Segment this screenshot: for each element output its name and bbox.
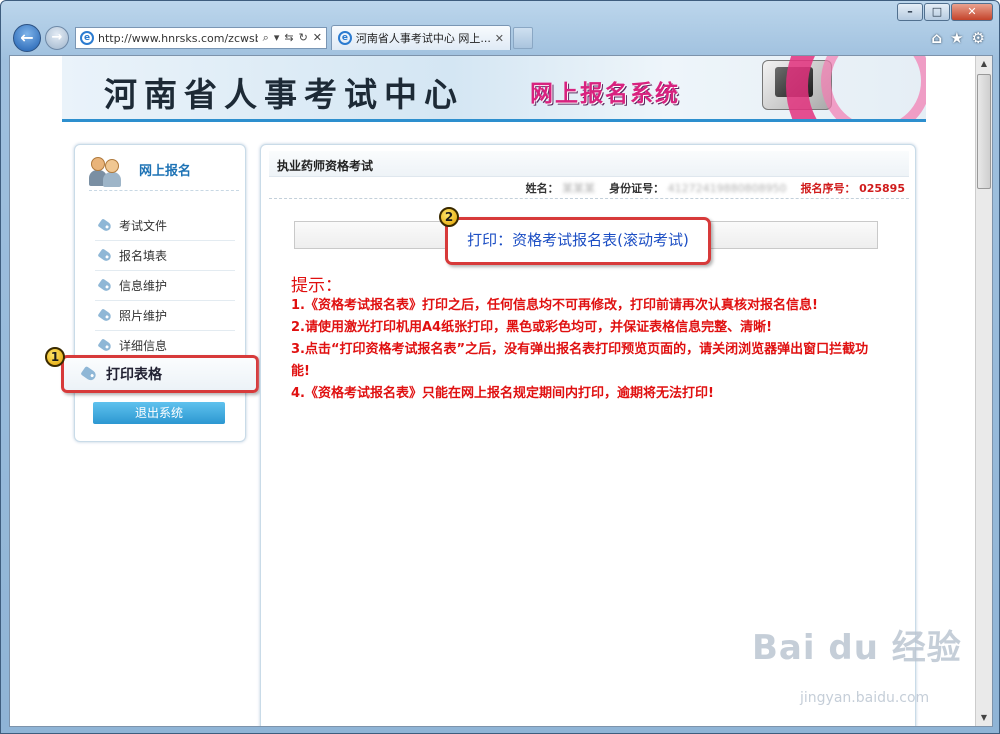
sidebar-menu: 网上报名 考试文件 报名填表 信息维护 照片维护 详细信息 打印表格 1 退出系… <box>45 144 259 442</box>
tag-icon <box>97 218 113 233</box>
stop-icon[interactable]: ✕ <box>313 31 322 45</box>
tips-title: 提示： <box>291 276 342 296</box>
name-label: 姓名： <box>525 182 559 195</box>
tag-icon <box>97 248 113 263</box>
print-form-label: 打印表格 <box>106 367 162 383</box>
refresh-icon[interactable]: ↻ <box>299 31 308 45</box>
browser-tab[interactable]: e 河南省人事考试中心 网上... ✕ <box>331 25 511 50</box>
favorites-star-icon[interactable]: ★ <box>950 29 963 47</box>
scroll-thumb[interactable] <box>977 74 991 189</box>
minimize-button[interactable]: – <box>897 3 923 21</box>
tag-icon <box>80 365 98 383</box>
logout-button[interactable]: 退出系统 <box>93 402 225 424</box>
address-bar[interactable]: e http://www.hnrsks.com/zcwsb ⌕ ▾ ⇆ ↻ ✕ <box>75 27 327 49</box>
home-icon[interactable]: ⌂ <box>931 29 942 47</box>
sidebar-item-label: 详细信息 <box>119 339 168 353</box>
tab-title: 河南省人事考试中心 网上... <box>355 32 491 45</box>
serial-label: 报名序号： <box>800 182 856 195</box>
tip-item: 2.请使用激光打印机用A4纸张打印，黑色或彩色均可，并保证表格信息完整、清晰! <box>291 320 773 335</box>
baidu-watermark-url: jingyan.baidu.com <box>800 690 930 706</box>
sidebar-header: 网上报名 <box>89 155 239 191</box>
close-button[interactable]: ✕ <box>951 3 993 21</box>
id-value: 41272419880808950 <box>667 182 787 195</box>
address-input[interactable]: http://www.hnrsks.com/zcwsb <box>98 32 258 45</box>
site-banner: 河南省人事考试中心 网上报名系统 <box>62 56 926 122</box>
sidebar-item-print-form[interactable]: 打印表格 <box>61 355 259 393</box>
sidebar-item-fill-form[interactable]: 报名填表 <box>95 241 235 271</box>
settings-gear-icon[interactable]: ⚙ <box>972 29 985 47</box>
system-title: 网上报名系统 <box>530 81 680 107</box>
tag-icon <box>97 308 113 323</box>
serial-value: 025895 <box>859 182 905 195</box>
sidebar-item-label: 考试文件 <box>119 219 168 233</box>
step-badge-1: 1 <box>45 347 65 367</box>
name-value: 某某某 <box>562 182 596 195</box>
dropdown-icon[interactable]: ▾ <box>274 31 280 45</box>
sidebar-item-exam-files[interactable]: 考试文件 <box>95 211 235 241</box>
window-controls: – □ ✕ <box>897 3 993 21</box>
tab-page-icon: e <box>338 31 352 45</box>
tip-item: 3.点击“打印资格考试报名表”之后，没有弹出报名表打印预览页面的，请关闭浏览器弹… <box>291 342 869 379</box>
back-arrow-icon[interactable]: ← <box>13 24 41 52</box>
ie-page-icon: e <box>80 31 94 45</box>
tip-item: 1.《资格考试报名表》打印之后，任何信息均不可再修改，打印前请再次认真核对报名信… <box>291 298 818 313</box>
sidebar-item-label: 信息维护 <box>119 279 168 293</box>
compatibility-icon[interactable]: ⇆ <box>284 31 293 45</box>
tag-icon <box>97 278 113 293</box>
maximize-button[interactable]: □ <box>924 3 950 21</box>
tab-close-icon[interactable]: ✕ <box>495 32 504 45</box>
scroll-up-icon[interactable]: ▲ <box>976 56 992 72</box>
sidebar-item-label: 报名填表 <box>119 249 168 263</box>
navigation-bar: ← → e http://www.hnrsks.com/zcwsb ⌕ ▾ ⇆ … <box>9 23 993 53</box>
search-icon[interactable]: ⌕ <box>263 31 269 45</box>
tip-item: 4.《资格考试报名表》只能在网上报名规定期间内打印，逾期将无法打印! <box>291 386 714 401</box>
sidebar-item-photo-maintenance[interactable]: 照片维护 <box>95 301 235 331</box>
tips-list: 1.《资格考试报名表》打印之后，任何信息均不可再修改，打印前请再次认真核对报名信… <box>291 295 881 405</box>
site-title: 河南省人事考试中心 <box>104 75 464 114</box>
baidu-watermark: Bai du 经验 <box>752 628 962 668</box>
new-tab-button[interactable] <box>513 27 533 49</box>
users-icon <box>89 155 123 187</box>
step-badge-2: 2 <box>439 207 459 227</box>
sidebar-list: 考试文件 报名填表 信息维护 照片维护 详细信息 <box>95 211 235 361</box>
forward-arrow-icon[interactable]: → <box>45 26 69 50</box>
sidebar-item-info-maintenance[interactable]: 信息维护 <box>95 271 235 301</box>
banner-decoration-inner <box>821 56 926 119</box>
id-label: 身份证号： <box>609 182 665 195</box>
sidebar-item-label: 照片维护 <box>119 309 168 323</box>
tag-icon <box>97 338 113 353</box>
vertical-scrollbar[interactable]: ▲ ▼ <box>975 56 992 726</box>
sidebar-header-label[interactable]: 网上报名 <box>139 160 191 179</box>
candidate-info: 姓名： 某某某 身份证号： 41272419880808950 报名序号： 02… <box>269 179 909 199</box>
browser-toolbar-icons: ⌂ ★ ⚙ <box>931 29 985 47</box>
exam-title: 执业药师资格考试 <box>269 151 909 177</box>
scroll-down-icon[interactable]: ▼ <box>976 710 992 726</box>
address-tools: ⌕ ▾ ⇆ ↻ ✕ <box>263 31 326 45</box>
print-form-link[interactable]: 打印：资格考试报名表(滚动考试) <box>445 217 711 265</box>
